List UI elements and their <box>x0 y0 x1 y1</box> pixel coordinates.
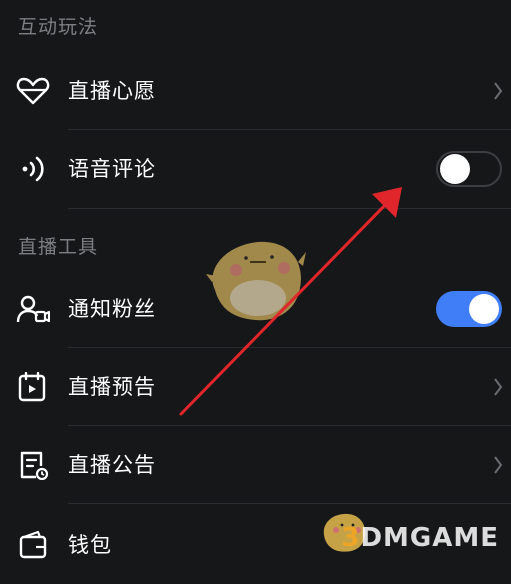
voice-comment-toggle[interactable] <box>436 151 502 187</box>
toggle-knob <box>440 154 470 184</box>
row-label: 直播心愿 <box>68 79 156 103</box>
notify-fans-icon <box>16 294 51 324</box>
chevron-right-icon <box>493 81 503 101</box>
calendar-play-icon <box>16 371 50 402</box>
row-label: 通知粉丝 <box>68 297 156 321</box>
watermark-prefix: 3 <box>341 523 361 553</box>
chevron-right-icon <box>493 455 503 475</box>
section-title-tools: 直播工具 <box>18 236 99 258</box>
toggle-knob <box>469 294 499 324</box>
announcement-doc-icon <box>16 450 50 481</box>
wallet-icon <box>16 530 50 560</box>
chevron-right-icon <box>493 377 503 397</box>
row-label: 钱包 <box>68 533 112 557</box>
heart-gift-icon <box>16 76 50 106</box>
notify-fans-toggle[interactable] <box>436 291 502 327</box>
row-label: 直播预告 <box>68 375 156 399</box>
3dmgame-watermark: 3DMGAME <box>341 523 499 553</box>
row-label: 语音评论 <box>68 157 156 181</box>
row-voice-comment: 语音评论 <box>0 130 511 208</box>
row-live-wish[interactable]: 直播心愿 <box>0 52 511 130</box>
row-label: 直播公告 <box>68 453 156 477</box>
voice-wave-icon <box>16 154 50 184</box>
row-live-announcement[interactable]: 直播公告 <box>0 426 511 504</box>
divider <box>68 208 511 209</box>
row-live-preview[interactable]: 直播预告 <box>0 348 511 426</box>
row-notify-fans: 通知粉丝 <box>0 270 511 348</box>
section-title-interactive: 互动玩法 <box>18 16 99 38</box>
watermark-brand: DMGAME <box>360 523 499 553</box>
divider <box>68 503 511 504</box>
